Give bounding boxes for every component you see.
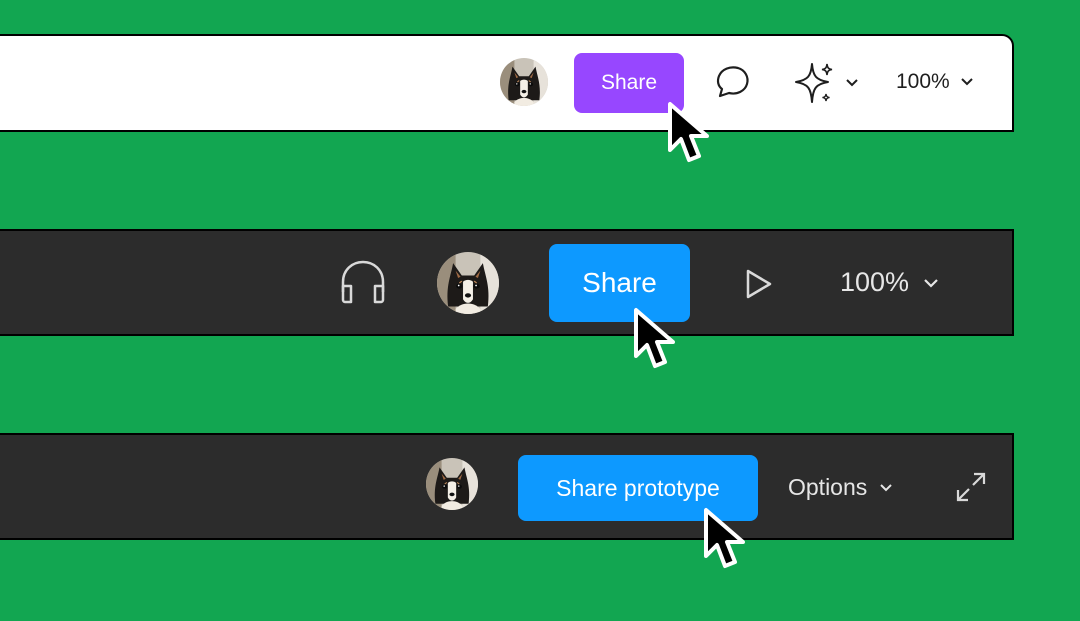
options-dropdown[interactable]: Options [788,474,893,501]
zoom-label: 100% [840,267,910,297]
chevron-down-icon [961,78,973,86]
share-button-label: Share [582,267,657,298]
chevron-down-icon[interactable] [845,78,859,88]
comment-icon[interactable] [712,64,752,102]
avatar[interactable] [426,458,478,510]
share-prototype-label: Share prototype [556,474,720,501]
avatar[interactable] [437,252,499,314]
share-button-label: Share [600,71,658,94]
avatar[interactable] [500,58,548,106]
chevron-down-icon [924,278,938,288]
chevron-down-icon [880,483,892,491]
zoom-dropdown[interactable]: 100% [840,267,939,298]
zoom-label: 100% [896,70,950,93]
zoom-dropdown[interactable]: 100% [896,70,974,94]
expand-icon[interactable] [954,470,988,504]
share-prototype-button[interactable]: Share prototype [518,455,758,521]
headphones-icon[interactable] [338,258,388,306]
play-icon[interactable] [744,268,774,300]
share-button[interactable]: Share [574,53,684,113]
sparkle-icon[interactable] [792,60,836,108]
options-label: Options [788,474,868,500]
share-button[interactable]: Share [549,244,690,322]
